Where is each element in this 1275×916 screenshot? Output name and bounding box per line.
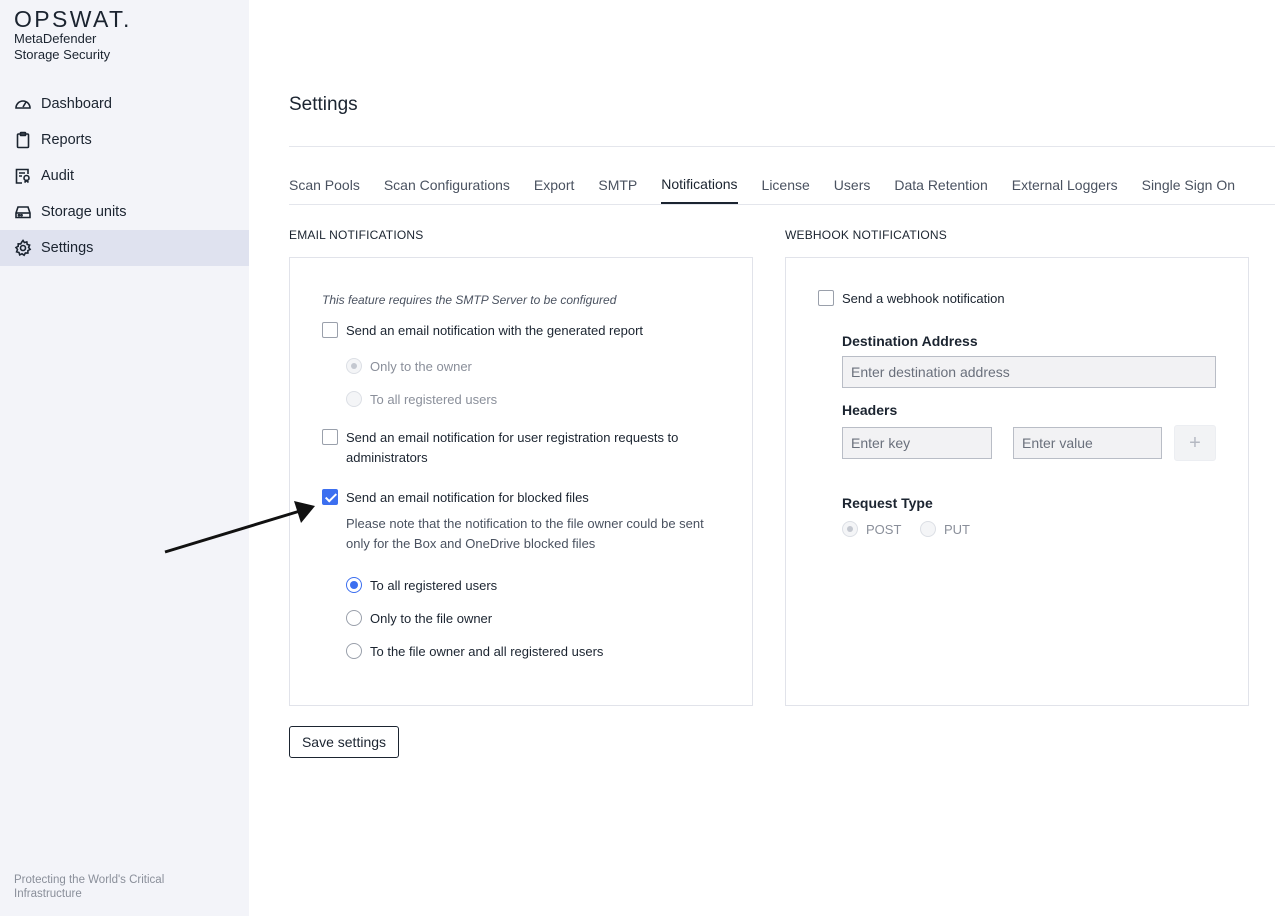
registration-notification-option[interactable]: Send an email notification for user regi…	[322, 428, 678, 468]
tab-license[interactable]: License	[762, 170, 810, 204]
blocked-option-file-owner[interactable]: Only to the file owner	[346, 610, 492, 626]
put-radio[interactable]	[920, 521, 936, 537]
sidebar-item-label: Reports	[41, 132, 92, 148]
tab-export[interactable]: Export	[534, 170, 574, 204]
settings-tabs: Scan Pools Scan Configurations Export SM…	[289, 170, 1259, 204]
headers-label: Headers	[842, 402, 898, 418]
storage-icon	[14, 203, 32, 221]
tab-external-loggers[interactable]: External Loggers	[1012, 170, 1118, 204]
registration-notification-label: Send an email notification for user regi…	[346, 428, 678, 468]
tab-users[interactable]: Users	[834, 170, 871, 204]
blocked-files-label: Send an email notification for blocked f…	[346, 490, 589, 505]
blocked-all-users-radio[interactable]	[346, 577, 362, 593]
page-title: Settings	[289, 94, 358, 115]
sidebar: OPSWAT. MetaDefender Storage Security Da…	[0, 0, 249, 916]
tab-smtp[interactable]: SMTP	[598, 170, 637, 204]
blocked-file-owner-radio[interactable]	[346, 610, 362, 626]
clipboard-icon	[14, 131, 32, 149]
method-option-post[interactable]: POST	[842, 521, 901, 537]
sidebar-item-audit[interactable]: Audit	[0, 158, 249, 194]
webhook-section-label: WEBHOOK NOTIFICATIONS	[785, 228, 947, 242]
report-all-users-radio[interactable]	[346, 391, 362, 407]
report-notification-label: Send an email notification with the gene…	[346, 323, 644, 338]
email-section-label: EMAIL NOTIFICATIONS	[289, 228, 424, 242]
post-radio[interactable]	[842, 521, 858, 537]
report-option-all-users[interactable]: To all registered users	[346, 391, 497, 407]
destination-address-input[interactable]	[842, 356, 1216, 388]
product-name-line1: MetaDefender	[14, 31, 97, 46]
blocked-owner-and-all-label: To the file owner and all registered use…	[370, 643, 604, 659]
destination-address-label: Destination Address	[842, 333, 978, 349]
blocked-option-owner-and-all[interactable]: To the file owner and all registered use…	[346, 643, 603, 659]
tab-scan-pools[interactable]: Scan Pools	[289, 170, 360, 204]
sidebar-item-label: Storage units	[41, 204, 127, 220]
report-owner-radio[interactable]	[346, 358, 362, 374]
sidebar-item-reports[interactable]: Reports	[0, 122, 249, 158]
product-name-line2: Storage Security	[14, 47, 111, 62]
audit-icon	[14, 167, 32, 185]
webhook-checkbox[interactable]	[818, 290, 834, 306]
divider	[289, 146, 1275, 147]
blocked-owner-and-all-radio[interactable]	[346, 643, 362, 659]
method-option-put[interactable]: PUT	[920, 521, 970, 537]
webhook-checkbox-label: Send a webhook notification	[842, 291, 1005, 306]
report-notification-checkbox[interactable]	[322, 322, 338, 338]
report-all-users-label: To all registered users	[370, 391, 498, 407]
sidebar-item-label: Audit	[41, 168, 75, 184]
blocked-files-notification-option[interactable]: Send an email notification for blocked f…	[322, 488, 589, 508]
divider	[289, 204, 1275, 205]
request-type-label: Request Type	[842, 495, 933, 511]
gear-icon	[14, 239, 32, 257]
webhook-notification-option[interactable]: Send a webhook notification	[818, 289, 1005, 309]
blocked-all-users-label: To all registered users	[370, 577, 498, 593]
webhook-notifications-panel	[785, 257, 1249, 706]
tab-scan-configurations[interactable]: Scan Configurations	[384, 170, 510, 204]
post-label: POST	[866, 521, 902, 537]
put-label: PUT	[944, 521, 970, 537]
tab-notifications[interactable]: Notifications	[661, 170, 738, 204]
report-owner-label: Only to the owner	[370, 358, 472, 374]
smtp-requirement-note: This feature requires the SMTP Server to…	[322, 293, 617, 307]
tab-single-sign-on[interactable]: Single Sign On	[1142, 170, 1235, 204]
plus-icon: +	[1189, 431, 1201, 454]
header-key-input[interactable]	[842, 427, 992, 459]
tagline: Protecting the World's Critical Infrastr…	[14, 874, 165, 900]
annotation-arrow-icon	[164, 501, 315, 554]
sidebar-item-label: Settings	[41, 240, 94, 256]
sidebar-nav: Dashboard Reports Audit Storage units Se…	[0, 86, 249, 266]
sidebar-item-dashboard[interactable]: Dashboard	[0, 86, 249, 122]
report-notification-option[interactable]: Send an email notification with the gene…	[322, 321, 643, 341]
registration-label-line2: administrators	[346, 450, 428, 465]
product-name: MetaDefender Storage Security	[14, 31, 110, 63]
sidebar-item-label: Dashboard	[41, 96, 112, 112]
registration-label-line1: Send an email notification for user regi…	[346, 430, 679, 445]
sidebar-item-settings[interactable]: Settings	[0, 230, 249, 266]
opswat-logo: OPSWAT.	[14, 6, 132, 32]
tab-data-retention[interactable]: Data Retention	[894, 170, 987, 204]
blocked-file-owner-label: Only to the file owner	[370, 610, 493, 626]
add-header-button[interactable]: +	[1174, 425, 1216, 461]
blocked-files-hint: Please note that the notification to the…	[346, 516, 704, 551]
report-option-owner[interactable]: Only to the owner	[346, 358, 472, 374]
gauge-icon	[14, 95, 32, 113]
sidebar-item-storage-units[interactable]: Storage units	[0, 194, 249, 230]
save-settings-button[interactable]: Save settings	[289, 726, 399, 758]
blocked-option-all-users[interactable]: To all registered users	[346, 577, 497, 593]
registration-notification-checkbox[interactable]	[322, 429, 338, 445]
header-value-input[interactable]	[1013, 427, 1162, 459]
